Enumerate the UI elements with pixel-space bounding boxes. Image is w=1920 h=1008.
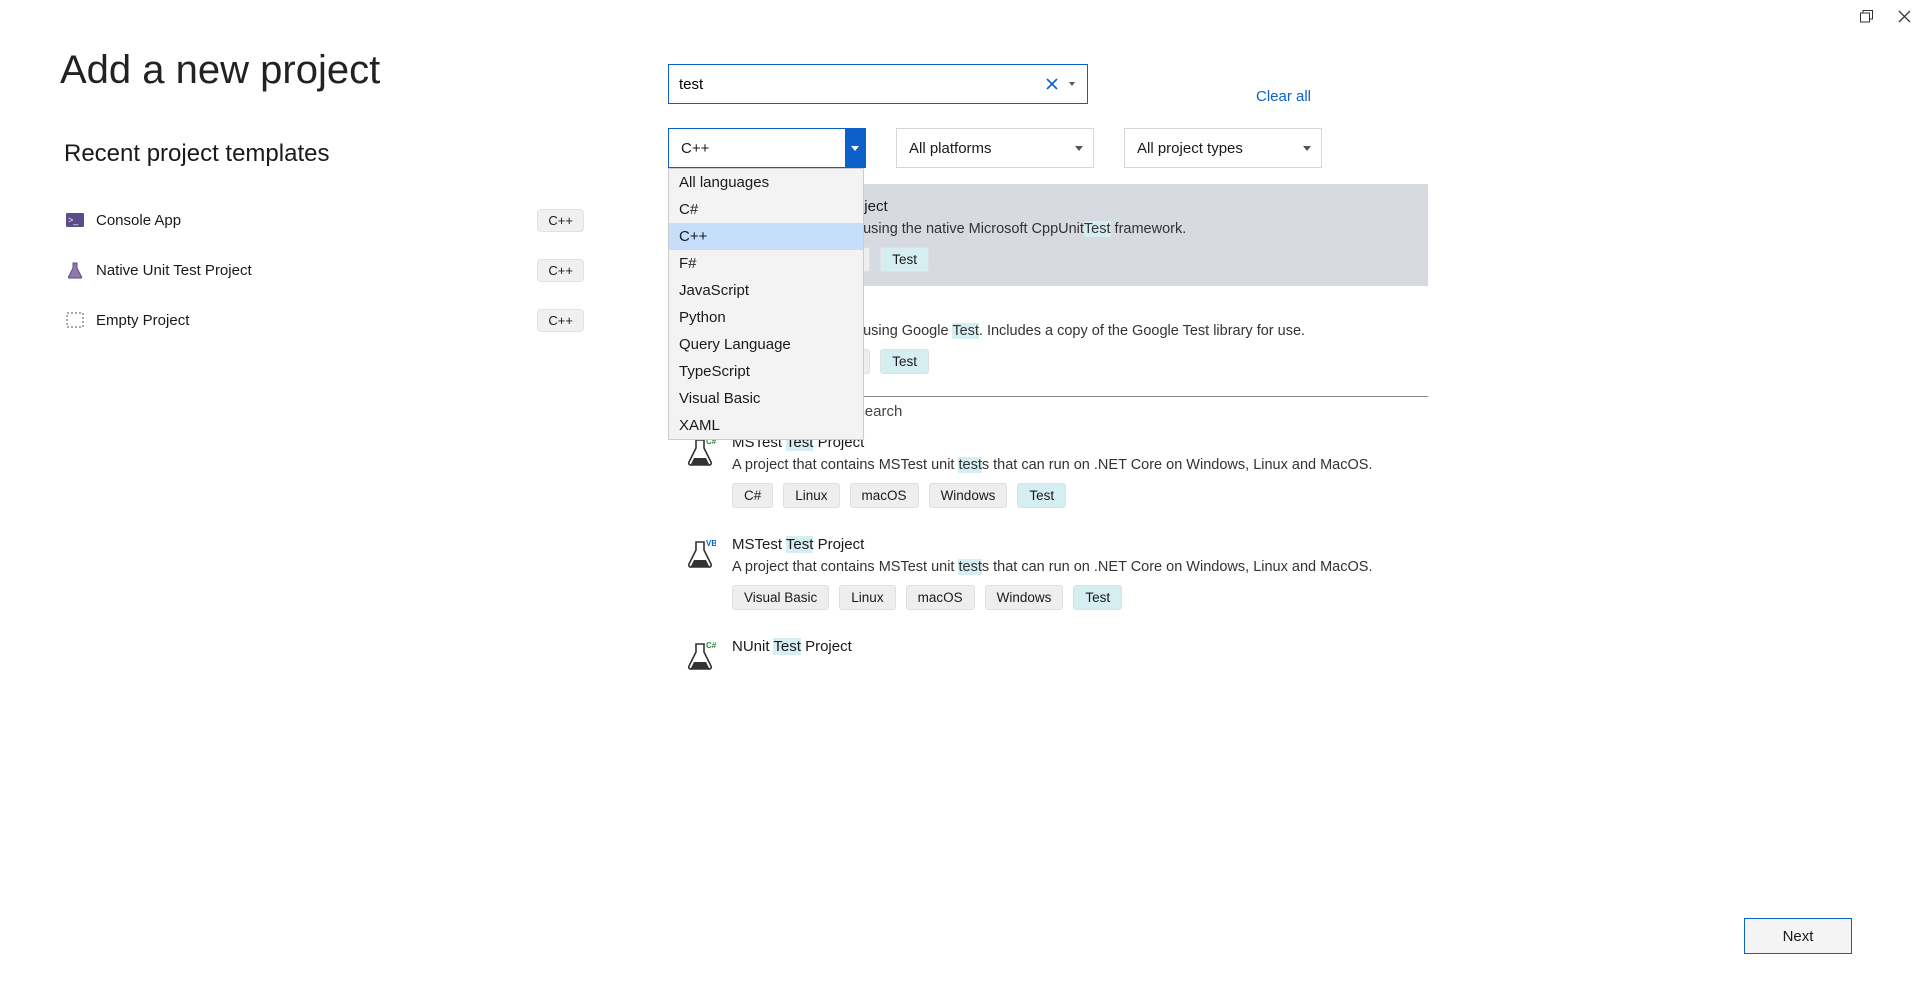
search-input[interactable] (679, 76, 1045, 93)
result-title: MSTest Test Project (732, 536, 1412, 553)
close-icon[interactable] (1896, 8, 1912, 24)
result-tag: Linux (783, 483, 839, 508)
page-title: Add a new project (60, 48, 380, 93)
recent-item-empty-project[interactable]: Empty Project C++ (64, 295, 584, 345)
language-tag: C++ (537, 259, 584, 282)
platform-filter-value: All platforms (909, 140, 992, 157)
language-tag: C++ (537, 309, 584, 332)
language-dropdown-button[interactable] (845, 129, 865, 167)
search-templates-box[interactable] (668, 64, 1088, 104)
result-tag: C# (732, 483, 773, 508)
clear-search-icon[interactable] (1045, 76, 1060, 92)
result-tag: Windows (929, 483, 1008, 508)
console-icon: >_ (64, 211, 86, 229)
language-filter-combo[interactable]: C++ (668, 128, 866, 168)
recent-templates-header: Recent project templates (64, 140, 329, 168)
result-tag: Windows (985, 585, 1064, 610)
recent-item-console-app[interactable]: >_ Console App C++ (64, 195, 584, 245)
project-type-filter-value: All project types (1137, 140, 1243, 157)
flask-icon: C# (684, 436, 716, 468)
language-option[interactable]: F# (669, 250, 863, 277)
language-option[interactable]: All languages (669, 169, 863, 196)
svg-text:C#: C# (706, 641, 716, 650)
result-description: A project that contains MSTest unit test… (732, 457, 1412, 473)
project-type-filter-combo[interactable]: All project types (1124, 128, 1322, 168)
result-tag: Visual Basic (732, 585, 829, 610)
language-option[interactable]: Visual Basic (669, 385, 863, 412)
search-dropdown-icon[interactable] (1068, 79, 1077, 89)
platform-filter-combo[interactable]: All platforms (896, 128, 1094, 168)
result-tag: Test (1017, 483, 1066, 508)
language-option[interactable]: C# (669, 196, 863, 223)
recent-item-label: Native Unit Test Project (96, 262, 537, 279)
maximize-restore-icon[interactable] (1858, 8, 1874, 24)
result-tag: Test (880, 247, 929, 272)
svg-text:>_: >_ (68, 215, 79, 225)
language-option[interactable]: TypeScript (669, 358, 863, 385)
result-tag: macOS (906, 585, 975, 610)
recent-item-label: Empty Project (96, 312, 537, 329)
result-title: NUnit Test Project (732, 638, 1412, 655)
next-button[interactable]: Next (1744, 918, 1852, 954)
result-tag: Test (1073, 585, 1122, 610)
result-description: A project that contains MSTest unit test… (732, 559, 1412, 575)
template-result[interactable]: VB MSTest Test Project A project that co… (668, 522, 1428, 624)
result-tag: Linux (839, 585, 895, 610)
result-tag: macOS (850, 483, 919, 508)
language-filter-value: C++ (681, 140, 709, 157)
language-option[interactable]: XAML (669, 412, 863, 439)
flask-icon (64, 261, 86, 279)
clear-all-link[interactable]: Clear all (1256, 88, 1311, 105)
recent-item-label: Console App (96, 212, 537, 229)
result-tag: Test (880, 349, 929, 374)
template-result[interactable]: C# NUnit Test Project (668, 624, 1428, 686)
svg-text:VB: VB (706, 539, 716, 548)
chevron-down-icon (1075, 146, 1083, 151)
language-option[interactable]: JavaScript (669, 277, 863, 304)
chevron-down-icon (1303, 146, 1311, 151)
language-option[interactable]: Query Language (669, 331, 863, 358)
empty-project-icon (64, 311, 86, 329)
recent-templates-list: >_ Console App C++ Native Unit Test Proj… (64, 195, 584, 345)
language-tag: C++ (537, 209, 584, 232)
language-option[interactable]: C++ (669, 223, 863, 250)
flask-icon: VB (684, 538, 716, 570)
language-dropdown-menu: All languagesC#C++F#JavaScriptPythonQuer… (668, 168, 864, 440)
language-option[interactable]: Python (669, 304, 863, 331)
flask-icon: C# (684, 640, 716, 672)
recent-item-native-unit-test[interactable]: Native Unit Test Project C++ (64, 245, 584, 295)
